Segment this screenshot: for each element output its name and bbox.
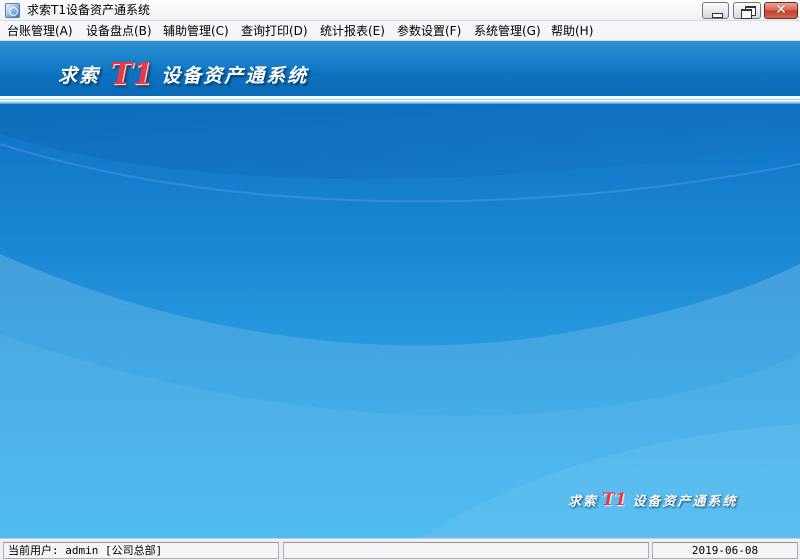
restore-button[interactable] — [733, 2, 761, 19]
minimize-button[interactable] — [702, 2, 729, 19]
background-swoosh — [0, 104, 800, 538]
menu-query-print[interactable]: 查询打印(D) — [241, 24, 308, 38]
watermark-logo: 求索 T1 设备资产通系统 — [568, 490, 738, 510]
status-bar: 当前用户: admin [公司总部] 2019-06-08 — [0, 538, 800, 560]
menu-inventory[interactable]: 设备盘点(B) — [86, 24, 152, 38]
status-message — [283, 542, 649, 559]
close-button[interactable]: ✕ — [764, 2, 798, 19]
watermark-lead-text: 求索 — [568, 494, 599, 510]
menu-auxiliary[interactable]: 辅助管理(C) — [163, 24, 229, 38]
menu-bar: 台账管理(A) 设备盘点(B) 辅助管理(C) 查询打印(D) 统计报表(E) … — [0, 21, 800, 41]
window-title: 求索T1设备资产通系统 — [27, 3, 150, 17]
close-icon: ✕ — [775, 2, 787, 18]
watermark-product-text: 设备资产通系统 — [632, 494, 738, 510]
watermark-t1-mark: T1 — [602, 490, 627, 510]
menu-help[interactable]: 帮助(H) — [551, 24, 593, 38]
logo-product-text: 设备资产通系统 — [161, 65, 309, 87]
banner-logo: 求索 T1 设备资产通系统 — [58, 57, 309, 92]
mdi-workspace — [0, 104, 800, 538]
logo-lead-text: 求索 — [58, 65, 101, 87]
logo-t1-mark: T1 — [110, 57, 154, 92]
title-bar: 求索T1设备资产通系统 ✕ — [0, 0, 800, 21]
menu-system[interactable]: 系统管理(G) — [474, 24, 541, 38]
menu-parameters[interactable]: 参数设置(F) — [397, 24, 461, 38]
status-current-user: 当前用户: admin [公司总部] — [3, 542, 279, 559]
app-icon[interactable] — [5, 3, 20, 18]
menu-reports[interactable]: 统计报表(E) — [320, 24, 385, 38]
banner-divider — [0, 96, 800, 104]
status-date: 2019-06-08 — [652, 542, 798, 559]
menu-ledger[interactable]: 台账管理(A) — [7, 24, 73, 38]
